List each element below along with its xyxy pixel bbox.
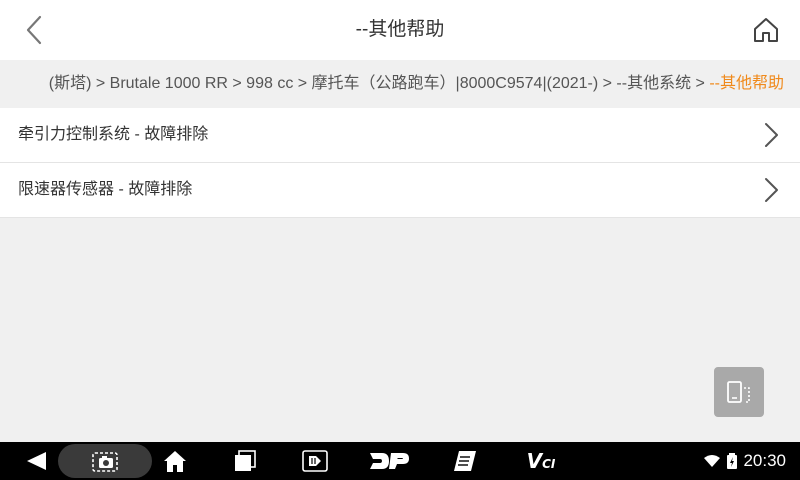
nav-manual-button[interactable] xyxy=(448,442,482,480)
vci-icon: VCI xyxy=(527,449,556,473)
nav-vci-button[interactable]: VCI xyxy=(518,442,564,480)
manual-icon xyxy=(454,451,476,471)
breadcrumb: (斯塔) > Brutale 1000 RR > 998 cc > 摩托车（公路… xyxy=(0,60,800,108)
page-title: --其他帮助 xyxy=(355,19,445,40)
vci-sub-label: CI xyxy=(542,457,556,471)
chevron-right-icon xyxy=(765,178,778,202)
recent-apps-icon xyxy=(235,450,256,471)
vci-label: V xyxy=(526,449,543,473)
chevron-right-icon xyxy=(765,123,778,147)
battery-charging-icon xyxy=(727,453,738,469)
back-triangle-icon xyxy=(27,452,46,470)
screenshot-icon xyxy=(92,452,118,472)
list-item-label: 牵引力控制系统 - 故障排除 xyxy=(18,126,209,143)
switch-device-button[interactable] xyxy=(714,367,764,417)
status-bar: 20:30 xyxy=(703,442,786,480)
app-header: --其他帮助 xyxy=(0,0,800,60)
vehicle-scan-icon xyxy=(302,450,328,472)
back-button[interactable] xyxy=(14,10,54,50)
nav-recent-apps-button[interactable] xyxy=(228,442,262,480)
nav-screenshot-button[interactable] xyxy=(86,442,124,480)
dp-icon xyxy=(370,453,409,469)
switch-device-icon xyxy=(727,381,750,403)
help-list: 牵引力控制系统 - 故障排除 限速器传感器 - 故障排除 xyxy=(0,108,800,218)
clock: 20:30 xyxy=(743,451,786,470)
chevron-left-icon xyxy=(26,15,42,45)
home-button[interactable] xyxy=(746,10,786,50)
breadcrumb-trail[interactable]: (斯塔) > Brutale 1000 RR > 998 cc > 摩托车（公路… xyxy=(49,75,710,92)
list-item-label: 限速器传感器 - 故障排除 xyxy=(18,181,193,198)
nav-dp-button[interactable] xyxy=(366,442,412,480)
breadcrumb-current: --其他帮助 xyxy=(709,75,784,92)
home-icon xyxy=(754,18,778,42)
nav-vehicle-scan-button[interactable] xyxy=(298,442,332,480)
wifi-icon xyxy=(704,455,721,467)
nav-back-button[interactable] xyxy=(18,442,54,480)
home-icon xyxy=(164,451,186,472)
list-item-traction-control[interactable]: 牵引力控制系统 - 故障排除 xyxy=(0,108,800,163)
nav-home-button[interactable] xyxy=(158,442,192,480)
list-item-speed-limiter[interactable]: 限速器传感器 - 故障排除 xyxy=(0,163,800,218)
